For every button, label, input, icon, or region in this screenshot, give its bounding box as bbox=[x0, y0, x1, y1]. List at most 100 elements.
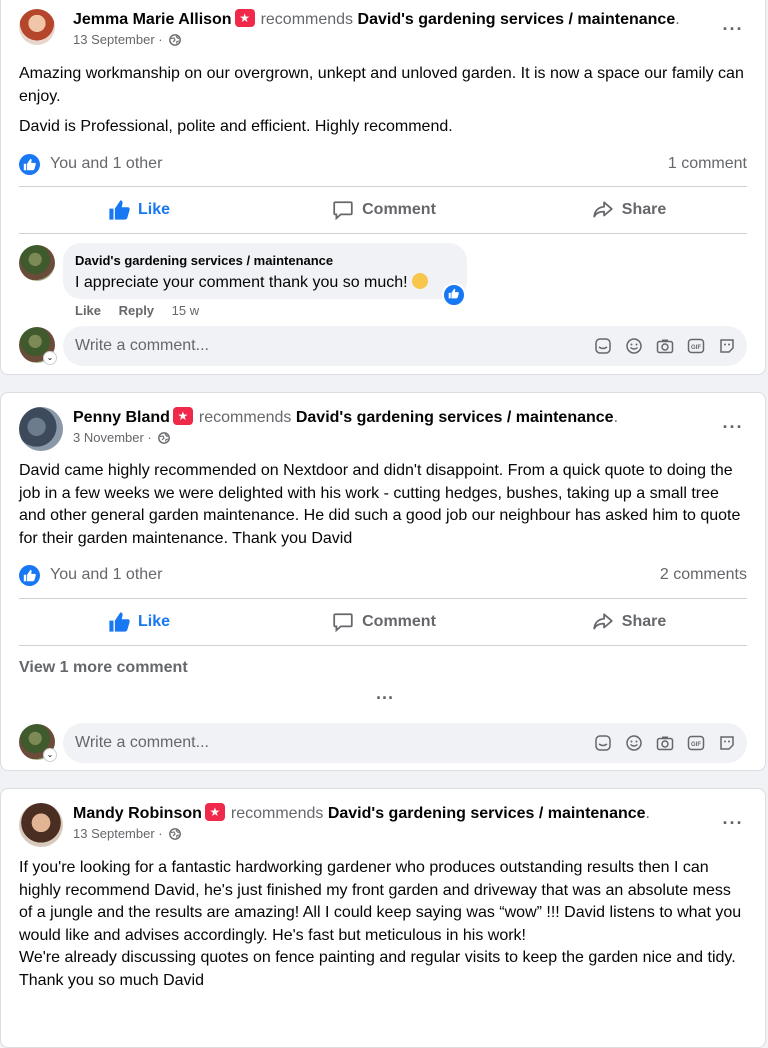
avatar-sticker-icon[interactable] bbox=[717, 336, 737, 356]
post-date[interactable]: 3 November · bbox=[73, 430, 171, 445]
like-reaction-icon[interactable] bbox=[19, 154, 40, 175]
share-label: Share bbox=[621, 613, 667, 630]
comment-input[interactable]: Write a comment... GIF bbox=[63, 326, 747, 366]
reply-like-link[interactable]: Like bbox=[75, 303, 101, 318]
post-body: Amazing workmanship on our overgrown, un… bbox=[19, 63, 747, 139]
like-icon bbox=[109, 612, 130, 632]
title-period: . bbox=[675, 11, 680, 28]
like-button[interactable]: Like bbox=[19, 188, 259, 232]
title-period: . bbox=[613, 409, 619, 426]
comment-input[interactable]: Write a comment... GIF bbox=[63, 723, 747, 763]
share-icon bbox=[593, 201, 613, 218]
avatar-sticker-icon[interactable] bbox=[717, 733, 737, 753]
post-card: Mandy Robinson recommends David's gardeni… bbox=[0, 788, 766, 1048]
recommend-star-icon bbox=[234, 9, 255, 27]
post-paragraph: David is Professional, polite and effici… bbox=[19, 118, 453, 136]
comment-label: Comment bbox=[362, 201, 436, 218]
post-paragraph: If you're looking for a fantastic hardwo… bbox=[19, 859, 742, 944]
more-options-icon[interactable]: ··· bbox=[371, 689, 399, 707]
reply-text: I appreciate your comment thank you so m… bbox=[75, 273, 428, 292]
comment-button[interactable]: Comment bbox=[264, 188, 504, 232]
post-date[interactable]: 13 September · bbox=[73, 32, 182, 47]
author-avatar[interactable] bbox=[19, 9, 55, 45]
emoji-icon[interactable] bbox=[624, 336, 644, 356]
more-options-icon[interactable]: ··· bbox=[719, 814, 747, 837]
post-date-text: 13 September · bbox=[73, 32, 163, 47]
sticker-icon[interactable] bbox=[593, 733, 613, 753]
commenter-avatar[interactable] bbox=[19, 245, 55, 281]
post-title-line: Jemma Marie Allison recommends David's ga… bbox=[73, 9, 680, 30]
camera-icon[interactable] bbox=[655, 733, 675, 753]
author-name[interactable]: Mandy Robinson bbox=[73, 805, 202, 822]
comment-placeholder: Write a comment... bbox=[75, 337, 209, 354]
comment-button[interactable]: Comment bbox=[264, 600, 504, 644]
chevron-down-icon[interactable]: ⌄ bbox=[43, 748, 57, 762]
author-name[interactable]: Jemma Marie Allison bbox=[73, 11, 232, 28]
comments-count[interactable]: 1 comment bbox=[668, 155, 747, 173]
post-paragraph: We're already discussing quotes on fence… bbox=[19, 949, 736, 967]
post-title-line: Penny Bland recommends David's gardening … bbox=[73, 407, 618, 428]
globe-icon bbox=[169, 828, 182, 840]
sticker-icon[interactable] bbox=[593, 336, 613, 356]
like-label: Like bbox=[137, 613, 170, 630]
camera-icon[interactable] bbox=[655, 336, 675, 356]
divider bbox=[19, 186, 747, 187]
post-header: Jemma Marie Allison recommends David's ga… bbox=[19, 9, 747, 57]
share-icon bbox=[593, 613, 613, 630]
page-name-link[interactable]: David's gardening services / maintenance bbox=[328, 805, 646, 822]
my-avatar[interactable]: ⌄ bbox=[19, 327, 57, 365]
divider bbox=[19, 645, 747, 646]
like-button[interactable]: Like bbox=[19, 600, 259, 644]
author-avatar[interactable] bbox=[19, 803, 63, 847]
post-title-line: Mandy Robinson recommends David's gardeni… bbox=[73, 803, 650, 824]
post-paragraph: David came highly recommended on Nextdoo… bbox=[19, 462, 741, 547]
share-label: Share bbox=[621, 201, 667, 218]
page-name-link[interactable]: David's gardening services / maintenance bbox=[296, 409, 614, 426]
comment-placeholder: Write a comment... bbox=[75, 734, 209, 751]
like-reaction-icon[interactable] bbox=[19, 565, 40, 586]
post-date[interactable]: 13 September · bbox=[73, 826, 182, 841]
gif-icon[interactable]: GIF bbox=[686, 733, 706, 753]
post-header: Penny Bland recommends David's gardening … bbox=[19, 407, 747, 455]
comments-count[interactable]: 2 comments bbox=[660, 566, 747, 584]
post-body: If you're looking for a fantastic hardwo… bbox=[19, 857, 747, 993]
author-name[interactable]: Penny Bland bbox=[73, 409, 170, 426]
more-options-icon[interactable]: ··· bbox=[719, 20, 747, 43]
author-avatar[interactable] bbox=[19, 407, 63, 451]
reply-like-reaction-icon[interactable] bbox=[442, 283, 466, 307]
comment-tools: GIF bbox=[582, 733, 737, 753]
smile-emoji-icon bbox=[411, 273, 428, 289]
reply-author[interactable]: David's gardening services / maintenance bbox=[75, 253, 333, 268]
page-name-link[interactable]: David's gardening services / maintenance bbox=[358, 11, 676, 28]
reply-meta: Like Reply 15 w bbox=[75, 303, 213, 318]
comment-tools: GIF bbox=[582, 336, 737, 356]
emoji-icon[interactable] bbox=[624, 733, 644, 753]
reply-time[interactable]: 15 w bbox=[172, 303, 199, 318]
reactions-bar: You and 1 other 2 comments bbox=[19, 563, 747, 587]
recommends-label: recommends bbox=[198, 409, 292, 426]
chevron-down-icon[interactable]: ⌄ bbox=[43, 351, 57, 365]
post-paragraph: Thank you so much David bbox=[19, 971, 204, 989]
reactions-summary[interactable]: You and 1 other bbox=[50, 566, 162, 584]
share-button[interactable]: Share bbox=[509, 600, 749, 644]
recommend-star-icon bbox=[204, 803, 225, 821]
title-period: . bbox=[645, 805, 650, 822]
gif-icon[interactable]: GIF bbox=[686, 336, 706, 356]
divider bbox=[19, 233, 747, 234]
post-card: Penny Bland recommends David's gardening … bbox=[0, 392, 766, 771]
reply-reply-link[interactable]: Reply bbox=[119, 303, 154, 318]
recommend-star-icon bbox=[172, 407, 193, 425]
view-more-comments-link[interactable]: View 1 more comment bbox=[19, 659, 188, 677]
my-avatar[interactable]: ⌄ bbox=[19, 724, 57, 762]
globe-icon bbox=[158, 432, 171, 444]
reactions-summary[interactable]: You and 1 other bbox=[50, 155, 162, 173]
post-actions: Like Comment Share bbox=[19, 600, 747, 644]
svg-text:GIF: GIF bbox=[691, 345, 701, 351]
post-date-text: 13 September · bbox=[73, 826, 163, 841]
share-button[interactable]: Share bbox=[509, 188, 749, 232]
comment-icon bbox=[333, 613, 353, 633]
more-options-icon[interactable]: ··· bbox=[719, 418, 747, 441]
post-paragraph: Amazing workmanship on our overgrown, un… bbox=[19, 65, 744, 105]
like-icon bbox=[109, 200, 130, 220]
svg-text:GIF: GIF bbox=[691, 742, 701, 748]
